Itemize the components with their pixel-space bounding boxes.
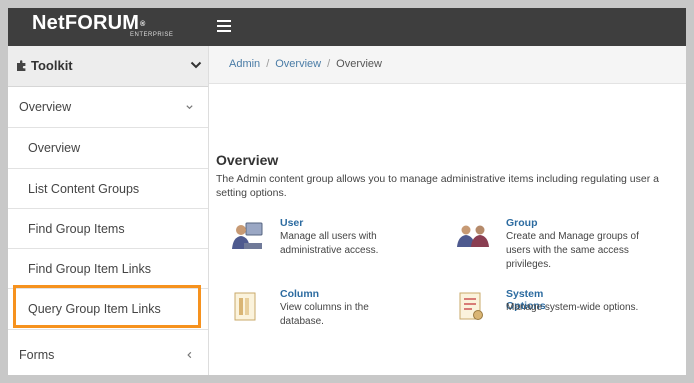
chevron-down-icon xyxy=(190,61,202,69)
breadcrumb-admin[interactable]: Admin xyxy=(229,58,260,70)
chevron-left-icon xyxy=(187,351,192,359)
breadcrumb-separator: / xyxy=(327,58,331,70)
logo-text: NetFORUM xyxy=(32,12,140,34)
page-title: Overview xyxy=(216,152,279,168)
sidebar-item-label: Query Group Item Links xyxy=(28,302,161,316)
sidebar-group-overview[interactable]: Overview xyxy=(8,87,208,128)
card-user-text: Manage all users with administrative acc… xyxy=(280,231,379,256)
sidebar-group-label: Overview xyxy=(19,100,72,114)
card-group-title[interactable]: Group xyxy=(506,217,538,229)
sidebar-item-label: Find Group Items xyxy=(28,221,125,236)
sidebar-item-list-content-groups[interactable]: List Content Groups xyxy=(8,169,208,209)
logo-subtitle: ENTERPRISE xyxy=(130,32,174,38)
breadcrumb-separator: / xyxy=(266,58,270,70)
logo-registered: ® xyxy=(140,21,146,28)
card-group-text: Create and Manage groups of users with t… xyxy=(506,231,639,270)
breadcrumb-current: Overview xyxy=(336,58,382,70)
card-column-text: View columns in the database. xyxy=(280,302,369,327)
menu-toggle-icon[interactable] xyxy=(217,20,231,34)
sidebar: Toolkit Overview Overview List Content G… xyxy=(8,46,209,375)
page-description: The Admin content group allows you to ma… xyxy=(216,172,686,200)
chevron-down-icon xyxy=(186,105,193,110)
app-window: NetFORUM® ENTERPRISE Toolkit Overview Ov… xyxy=(8,8,686,375)
user-icon xyxy=(232,222,263,249)
sidebar-item-label: List Content Groups xyxy=(28,181,140,196)
card-system-options-text: Manage system-wide options. xyxy=(506,302,639,313)
sidebar-group-forms[interactable]: Forms xyxy=(8,336,208,374)
toolkit-label: Toolkit xyxy=(31,58,73,73)
sidebar-item-label: Find Group Item Links xyxy=(28,261,151,276)
sidebar-item-find-group-items[interactable]: Find Group Items xyxy=(8,209,208,249)
group-icon xyxy=(457,225,489,247)
description-line: The Admin content group allows you to ma… xyxy=(216,173,659,185)
card-column-title[interactable]: Column xyxy=(280,288,319,300)
breadcrumb-overview[interactable]: Overview xyxy=(275,58,321,70)
main-content: Overview The Admin content group allows … xyxy=(216,83,686,375)
puzzle-icon xyxy=(17,60,26,71)
description-line: setting options. xyxy=(216,187,287,199)
column-icon xyxy=(234,292,256,321)
toolkit-header[interactable]: Toolkit xyxy=(8,46,208,87)
breadcrumb-bar: Admin / Overview / Overview xyxy=(209,46,686,84)
sidebar-item-overview[interactable]: Overview xyxy=(8,128,208,169)
sidebar-item-label: Overview xyxy=(28,141,81,155)
netforum-logo[interactable]: NetFORUM® ENTERPRISE xyxy=(32,11,173,38)
breadcrumb: Admin / Overview / Overview xyxy=(229,58,382,70)
sidebar-item-query-group-item-links[interactable]: Query Group Item Links xyxy=(8,289,208,330)
sidebar-item-find-group-item-links[interactable]: Find Group Item Links xyxy=(8,249,208,289)
top-bar: NetFORUM® ENTERPRISE xyxy=(8,8,686,46)
card-user-title[interactable]: User xyxy=(280,217,303,229)
system-options-icon xyxy=(459,292,483,320)
sidebar-group-label: Forms xyxy=(19,348,55,362)
